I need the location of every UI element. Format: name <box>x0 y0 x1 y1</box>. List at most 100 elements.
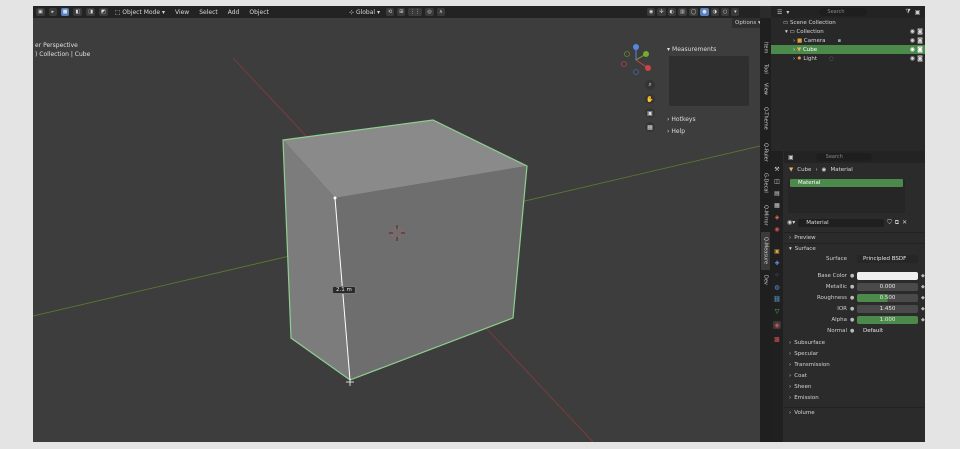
outliner-item-cube[interactable]: › ▼ Cube ◉ ◙ <box>771 45 925 54</box>
render-tab-icon[interactable]: ◫ <box>773 177 781 185</box>
surface-section[interactable]: ▾ Surface <box>784 243 925 254</box>
camera-icon[interactable]: ◙ <box>917 55 923 62</box>
modifier-tab-icon[interactable]: ✚ <box>773 259 781 267</box>
camera-icon[interactable]: ◙ <box>917 46 923 53</box>
zoom-icon[interactable]: ⌕ <box>645 80 655 90</box>
outliner-editor-icon[interactable]: ☰ <box>777 9 782 16</box>
material-name-field[interactable]: Material <box>798 218 885 227</box>
preview-section[interactable]: › Preview <box>784 232 925 243</box>
overlay-icon[interactable]: ◐ <box>667 8 676 16</box>
socket-dot-icon[interactable]: ● <box>850 306 854 312</box>
alpha-slider[interactable]: 1.000 <box>857 316 918 324</box>
coat-section[interactable]: › Coat <box>784 370 925 381</box>
snap-icon[interactable]: ⊞ <box>397 8 406 16</box>
select-mode-new-icon[interactable]: ■ <box>60 8 70 16</box>
tab-q-mirror[interactable]: Q-Mirror <box>761 200 770 230</box>
outliner-search-input[interactable]: Search <box>819 8 868 16</box>
constraints-tab-icon[interactable]: ⛓ <box>773 295 781 303</box>
camera-icon[interactable]: ◙ <box>917 37 923 44</box>
transmission-section[interactable]: › Transmission <box>784 359 925 370</box>
menu-view[interactable]: View <box>172 9 192 16</box>
outliner-item-camera[interactable]: › ■ Camera ▪ ◉ ◙ <box>771 36 925 45</box>
material-slot-list[interactable]: Material <box>788 179 905 213</box>
tab-tool[interactable]: Tool <box>761 60 770 78</box>
tool-tab-icon[interactable]: ⚒ <box>773 165 781 173</box>
keyframe-icon[interactable]: ◆ <box>921 284 925 290</box>
filter-funnel-icon[interactable]: ⧩ <box>905 8 910 16</box>
texture-tab-icon[interactable]: ▩ <box>773 335 781 343</box>
properties-search-input[interactable]: Search <box>815 153 872 161</box>
object-tab-icon[interactable]: ▣ <box>773 247 781 255</box>
close-icon[interactable]: ✕ <box>902 219 907 226</box>
proportional-edit-icon[interactable]: ◎ <box>425 8 434 16</box>
menu-object[interactable]: Object <box>246 9 272 16</box>
volume-section[interactable]: › Volume <box>784 407 925 418</box>
eye-icon[interactable]: ◉ <box>910 28 915 35</box>
filter-icon[interactable]: ▾ <box>786 9 789 16</box>
tab-q-ruler[interactable]: Q-Ruler <box>761 138 770 166</box>
measurements-header[interactable]: ▾ Measurements <box>667 45 750 54</box>
specular-section[interactable]: › Specular <box>784 348 925 359</box>
new-collection-icon[interactable]: ▣ <box>915 9 921 16</box>
socket-dot-icon[interactable]: ● <box>850 273 854 279</box>
socket-dot-icon[interactable]: ● <box>850 284 854 290</box>
select-mode-invert-icon[interactable]: ◩ <box>98 8 108 16</box>
view-layer-tab-icon[interactable]: ▦ <box>773 201 781 209</box>
keyframe-icon[interactable]: ◆ <box>921 306 925 312</box>
eye-icon[interactable]: ◉ <box>910 46 915 53</box>
data-tab-icon[interactable]: ▽ <box>773 307 781 315</box>
subsurface-section[interactable]: › Subsurface <box>784 337 925 348</box>
tab-view[interactable]: View <box>761 80 770 98</box>
shading-solid-icon[interactable]: ● <box>700 8 709 16</box>
sheen-section[interactable]: › Sheen <box>784 381 925 392</box>
eye-icon[interactable]: ◉ <box>910 37 915 44</box>
xray-icon[interactable]: ▥ <box>677 8 687 16</box>
gizmo-icon[interactable]: ✣ <box>657 8 666 16</box>
tab-g-decal[interactable]: G-Decal <box>761 168 770 198</box>
3d-viewport[interactable]: er Perspective ) Collection | Cube 2.1 m… <box>33 18 760 442</box>
roughness-slider[interactable]: 0.500 <box>857 294 918 302</box>
visibility-icon[interactable]: ◉ <box>647 8 656 16</box>
select-mode-subtract-icon[interactable]: ◨ <box>86 8 95 16</box>
transform-orientation-dropdown[interactable]: ⊹ Global ▾ <box>346 9 383 16</box>
hotkeys-header[interactable]: › Hotkeys <box>667 114 750 124</box>
menu-add[interactable]: Add <box>225 9 243 16</box>
physics-tab-icon[interactable]: ◍ <box>773 283 781 291</box>
select-mode-extend-icon[interactable]: ◧ <box>73 8 83 16</box>
snap-target-icon[interactable]: ⋮⋮ <box>408 8 423 16</box>
shading-rendered-icon[interactable]: ○ <box>721 8 730 16</box>
socket-dot-icon[interactable]: ● <box>850 328 854 334</box>
scene-collection-row[interactable]: ▭ Scene Collection <box>771 18 925 27</box>
world-tab-icon[interactable]: ◉ <box>773 225 781 233</box>
properties-editor-icon[interactable]: ▣ <box>788 154 794 161</box>
keyframe-icon[interactable]: ◆ <box>921 295 925 301</box>
scene-tab-icon[interactable]: ◈ <box>773 213 781 221</box>
navigation-gizmo-icon[interactable] <box>618 42 658 78</box>
select-box-icon[interactable]: ▸ <box>48 8 57 16</box>
menu-select[interactable]: Select <box>196 9 221 16</box>
output-tab-icon[interactable]: ▤ <box>773 189 781 197</box>
tab-item[interactable]: Item <box>761 38 770 58</box>
keyframe-icon[interactable]: ◆ <box>921 273 925 279</box>
particles-tab-icon[interactable]: ⁘ <box>773 271 781 279</box>
pivot-icon[interactable]: ⟲ <box>386 8 395 16</box>
perspective-toggle-icon[interactable]: ▦ <box>645 122 655 132</box>
camera-view-icon[interactable]: ▣ <box>645 108 655 118</box>
shading-options-icon[interactable]: ▾ <box>731 8 740 16</box>
socket-dot-icon[interactable]: ● <box>850 295 854 301</box>
shading-material-icon[interactable]: ◑ <box>710 8 720 16</box>
duplicate-icon[interactable]: ⧉ <box>895 219 899 227</box>
tab-q-theme[interactable]: Q-Theme <box>761 102 770 134</box>
tab-dev[interactable]: Dev <box>761 272 770 288</box>
collection-row[interactable]: ▾ ▭ Collection ◉ ◙ <box>771 27 925 36</box>
keyframe-icon[interactable]: ◆ <box>921 317 925 323</box>
fake-user-icon[interactable]: ⛉ <box>887 219 892 227</box>
material-tab-icon[interactable]: ◉ <box>773 321 781 329</box>
camera-icon[interactable]: ◙ <box>917 28 923 35</box>
outliner-item-light[interactable]: › ✹ Light ◌ ◉ ◙ <box>771 54 925 63</box>
shading-wireframe-icon[interactable]: ◯ <box>688 8 699 16</box>
help-header[interactable]: › Help <box>667 126 750 136</box>
material-browse-icon[interactable]: ◉▾ <box>787 219 795 226</box>
material-slot[interactable]: Material <box>790 179 903 187</box>
editor-type-button[interactable]: ▣ <box>36 8 45 16</box>
